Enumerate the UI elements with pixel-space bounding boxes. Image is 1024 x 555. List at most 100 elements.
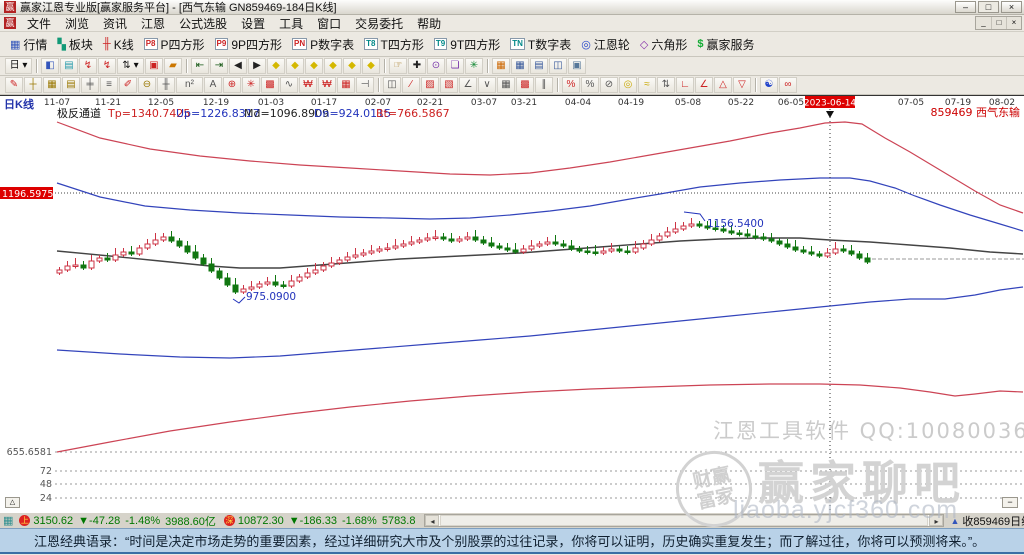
parallel-icon[interactable]: ∥ (535, 77, 553, 93)
calculator-icon[interactable]: ▦ (511, 58, 529, 74)
angle-icon[interactable]: ∠ (459, 77, 477, 93)
expand-v-diamond-icon[interactable]: ◆ (343, 58, 361, 74)
六角形-button[interactable]: ◇ 六角形 (635, 34, 692, 55)
zoom-out-diamond-icon[interactable]: ◆ (267, 58, 285, 74)
gann-fan-icon[interactable]: ₩ (299, 77, 317, 93)
shrink-h-diamond-icon[interactable]: ◆ (324, 58, 342, 74)
trendline2-icon[interactable]: ↯ (98, 58, 116, 74)
list-icon[interactable]: ▤ (60, 58, 78, 74)
golden-line-icon[interactable]: ≈ (638, 77, 656, 93)
menu-item-9[interactable]: 帮助 (410, 14, 448, 33)
menu-item-6[interactable]: 工具 (272, 14, 310, 33)
menu-item-8[interactable]: 交易委托 (348, 14, 410, 33)
行情-button[interactable]: ▦ 行情 (5, 34, 52, 55)
bars-icon[interactable]: ⊣ (356, 77, 374, 93)
prev-icon[interactable]: ◀ (229, 58, 247, 74)
candle-style-dropdown[interactable]: ⇅ ▾ (117, 58, 144, 74)
notebook-icon[interactable]: ▤ (530, 58, 548, 74)
infinity-icon[interactable]: ∞ (779, 77, 797, 93)
level-lines-icon[interactable]: ╪ (81, 77, 99, 93)
vee-icon[interactable]: ∨ (478, 77, 496, 93)
marker-pen-icon[interactable]: ✐ (119, 77, 137, 93)
menu-item-0[interactable]: 文件 (20, 14, 58, 33)
period-tab-label[interactable]: 日K线 (4, 96, 34, 112)
minimize-button[interactable]: – (955, 1, 976, 13)
last-page-icon[interactable]: ⇥ (210, 58, 228, 74)
text-tool-icon[interactable]: A (204, 77, 222, 93)
h-lines-icon[interactable]: ≡ (100, 77, 118, 93)
star-burst-icon[interactable]: ✳ (242, 77, 260, 93)
percent-icon[interactable]: % (581, 77, 599, 93)
menu-item-1[interactable]: 浏览 (58, 14, 96, 33)
close-button[interactable]: × (1001, 1, 1022, 13)
next-icon[interactable]: ▶ (248, 58, 266, 74)
gann-box-icon[interactable]: ▦ (43, 77, 61, 93)
right-angle-icon[interactable]: ∟ (676, 77, 694, 93)
kline-chart[interactable]: 江恩工具软件 QQ:10080036011-07 11-21 12-05 12-19 0… (0, 95, 1024, 512)
gann-grid-icon[interactable]: ┼ (24, 77, 42, 93)
gann-fan2-icon[interactable]: ₩ (318, 77, 336, 93)
mdi-restore-button[interactable]: □ (991, 17, 1006, 29)
price-grid-icon[interactable]: ▦ (337, 77, 355, 93)
quote-grid-icon[interactable]: ▦ (3, 514, 13, 527)
wedge-icon[interactable]: ∠ (695, 77, 713, 93)
ray-icon[interactable]: ∕ (402, 77, 420, 93)
板块-button[interactable]: ▚ 板块 (52, 34, 97, 55)
tri-up-icon[interactable]: △ (714, 77, 732, 93)
scroll-left-button[interactable]: ◂ (425, 515, 440, 526)
scrollbar-thumb[interactable] (440, 515, 929, 526)
P数字表-button[interactable]: PN P数字表 (287, 34, 359, 55)
swap-icon[interactable]: ⇅ (657, 77, 675, 93)
P四方形-button[interactable]: P8 P四方形 (139, 34, 210, 55)
maximize-button[interactable]: □ (978, 1, 999, 13)
menu-item-5[interactable]: 设置 (234, 14, 272, 33)
flower-icon[interactable]: ✳ (465, 58, 483, 74)
tri-down-icon[interactable]: ▽ (733, 77, 751, 93)
save-icon[interactable]: ◫ (549, 58, 567, 74)
scroll-right-button[interactable]: ▸ (929, 515, 944, 526)
pane-collapse-button[interactable]: − (1002, 497, 1018, 508)
table2-icon[interactable]: ▩ (516, 77, 534, 93)
index-logo-icon[interactable]: 上 (19, 515, 31, 526)
magnifier-icon[interactable]: ⊙ (427, 58, 445, 74)
9T四方形-button[interactable]: T9 9T四方形 (429, 34, 505, 55)
first-page-icon[interactable]: ⇤ (191, 58, 209, 74)
menu-item-2[interactable]: 资讯 (96, 14, 134, 33)
赢家服务-button[interactable]: $ 赢家服务 (692, 34, 759, 55)
percent-cut-icon[interactable]: % (562, 77, 580, 93)
pane-expand-button[interactable]: △ (5, 497, 20, 508)
percent-circle-icon[interactable]: ⊘ (600, 77, 618, 93)
gann-box2-icon[interactable]: ▤ (62, 77, 80, 93)
menu-item-3[interactable]: 江恩 (134, 14, 172, 33)
circle-tool-icon[interactable]: ⊖ (138, 77, 156, 93)
chart-scrollbar[interactable]: ◂ ▸ (424, 514, 945, 527)
n-square-icon[interactable]: n² (176, 77, 203, 93)
period-day-dropdown[interactable]: 日 ▾ (5, 58, 32, 74)
9P四方形-button[interactable]: P9 9P四方形 (210, 34, 287, 55)
wave-icon[interactable]: ∿ (280, 77, 298, 93)
T数字表-button[interactable]: TN T数字表 (505, 34, 576, 55)
shade-icon[interactable]: ▨ (421, 77, 439, 93)
note-icon[interactable]: ❏ (446, 58, 464, 74)
golden-circle-icon[interactable]: ◎ (619, 77, 637, 93)
flag-icon[interactable]: ▰ (164, 58, 182, 74)
menu-item-4[interactable]: 公式选股 (172, 14, 234, 33)
window-icon[interactable]: ◧ (41, 58, 59, 74)
overlay-icon[interactable]: ▣ (145, 58, 163, 74)
K线-button[interactable]: ╫ K线 (98, 34, 139, 55)
hand-icon[interactable]: ☞ (389, 58, 407, 74)
box-select-icon[interactable]: ◫ (383, 77, 401, 93)
crosshair-icon[interactable]: ✚ (408, 58, 426, 74)
cart-icon[interactable]: ▣ (568, 58, 586, 74)
target-icon[interactable]: ⊕ (223, 77, 241, 93)
yinyang-icon[interactable]: ☯ (760, 77, 778, 93)
江恩轮-button[interactable]: ◎ 江恩轮 (576, 34, 635, 55)
mdi-close-button[interactable]: × (1006, 17, 1021, 29)
pencil-icon[interactable]: ✎ (5, 77, 23, 93)
expand-h-diamond-icon[interactable]: ◆ (305, 58, 323, 74)
T四方形-button[interactable]: T8 T四方形 (359, 34, 429, 55)
menu-item-7[interactable]: 窗口 (310, 14, 348, 33)
zoom-in-diamond-icon[interactable]: ◆ (286, 58, 304, 74)
shade2-icon[interactable]: ▧ (440, 77, 458, 93)
index-logo-icon[interactable]: 深 (223, 515, 235, 526)
